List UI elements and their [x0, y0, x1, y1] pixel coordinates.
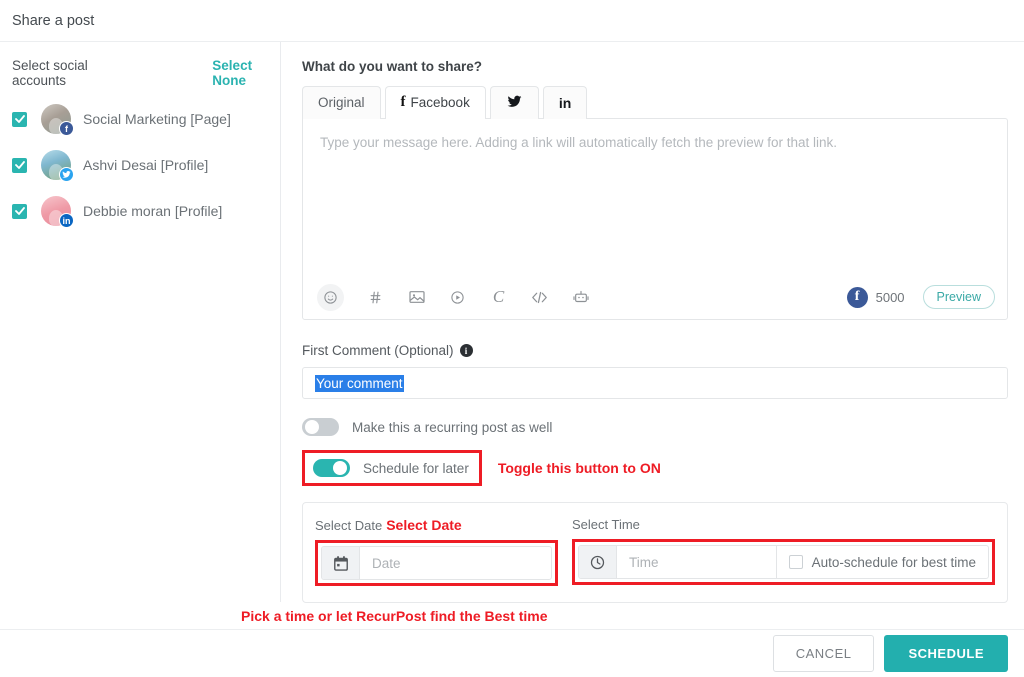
schedule-toggle-annotation: Toggle this button to ON [497, 460, 661, 476]
datetime-panel: Select Date Select Date Date Select Time [302, 502, 1008, 603]
account-row-ashvi-desai[interactable]: Ashvi Desai [Profile] [12, 150, 268, 182]
twitter-badge-icon [59, 167, 74, 182]
recurring-toggle-label: Make this a recurring post as well [352, 419, 553, 435]
account-checkbox[interactable] [12, 203, 27, 219]
tab-linkedin[interactable]: in [542, 86, 588, 119]
account-name: Ashvi Desai [Profile] [83, 157, 209, 173]
first-comment-label-row: First Comment (Optional) i [302, 343, 1008, 358]
check-icon [14, 115, 25, 123]
account-name: Debbie moran [Profile] [83, 203, 223, 219]
editor-toolbar: C f 5000 Preview [303, 275, 1007, 319]
clock-icon [579, 546, 617, 578]
image-icon[interactable] [407, 288, 426, 307]
schedule-for-later-label: Schedule for later [363, 460, 469, 476]
composer-panel: What do you want to share? Original f Fa… [281, 42, 1024, 603]
first-comment-value: Your comment [315, 374, 404, 392]
account-checkbox[interactable] [12, 157, 27, 173]
date-column: Select Date Select Date Date [315, 517, 558, 586]
date-label-row: Select Date Select Date [315, 517, 558, 533]
composer-question: What do you want to share? [302, 59, 483, 74]
linkedin-badge-icon: in [59, 213, 74, 228]
post-placeholder: Type your message here. Adding a link wi… [320, 135, 838, 150]
recurring-toggle-row: Make this a recurring post as well [302, 418, 1008, 436]
account-row-debbie-moran[interactable]: in Debbie moran [Profile] [12, 196, 268, 228]
recurring-toggle[interactable] [302, 418, 339, 436]
schedule-for-later-toggle[interactable] [313, 459, 350, 477]
check-icon [14, 161, 25, 169]
accounts-title: Select social accounts [12, 58, 88, 88]
date-input[interactable]: Date [360, 547, 551, 579]
post-editor[interactable]: Type your message here. Adding a link wi… [302, 118, 1008, 320]
modal-footer: CANCEL SCHEDULE [0, 629, 1024, 677]
avatar: in [41, 196, 74, 228]
facebook-round-icon: f [846, 286, 868, 308]
hashtag-icon[interactable] [366, 288, 385, 307]
tab-facebook[interactable]: f Facebook [384, 86, 486, 120]
modal-header: Share a post [0, 0, 1024, 42]
time-label-row: Select Time [572, 517, 995, 532]
modal-body: Select social accounts Select None f Soc… [0, 42, 1024, 603]
auto-schedule-checkbox[interactable] [788, 555, 803, 569]
account-name: Social Marketing [Page] [83, 111, 231, 127]
schedule-toggle-highlight: Schedule for later [302, 450, 482, 486]
robot-icon[interactable] [571, 288, 590, 307]
time-field[interactable]: Time Auto-schedule for best time [578, 545, 989, 579]
emoji-icon[interactable] [317, 283, 344, 311]
video-icon[interactable] [448, 288, 467, 307]
auto-schedule-label: Auto-schedule for best time [811, 554, 976, 570]
code-icon[interactable] [530, 288, 549, 307]
tab-facebook-label: Facebook [410, 95, 470, 110]
date-field[interactable]: Date [321, 546, 552, 580]
post-textarea[interactable]: Type your message here. Adding a link wi… [303, 119, 1007, 275]
check-icon [14, 207, 25, 215]
page-title: Share a post [12, 12, 95, 29]
time-annotation: Pick a time or let RecurPost find the Be… [241, 608, 548, 624]
time-column: Select Time Time Auto-schedule for best … [572, 517, 995, 586]
account-checkbox[interactable] [12, 111, 27, 127]
date-field-highlight: Date [315, 540, 558, 586]
preview-button[interactable]: Preview [922, 285, 995, 309]
avatar: f [41, 104, 74, 136]
linkedin-in-icon: in [558, 94, 572, 111]
auto-schedule-row[interactable]: Auto-schedule for best time [777, 546, 988, 578]
time-field-highlight: Time Auto-schedule for best time [572, 539, 995, 585]
info-icon[interactable]: i [459, 344, 473, 357]
schedule-toggle-row: Schedule for later Toggle this button to… [302, 450, 1008, 486]
select-date-annotation: Select Date [386, 517, 462, 533]
select-date-label: Select Date [315, 518, 383, 533]
canva-icon[interactable]: C [489, 287, 508, 307]
select-none-link[interactable]: Select None [212, 58, 268, 88]
avatar [41, 150, 74, 182]
account-row-social-marketing[interactable]: f Social Marketing [Page] [12, 104, 268, 136]
cancel-button[interactable]: CANCEL [772, 635, 875, 672]
calendar-icon [322, 547, 360, 579]
select-time-label: Select Time [572, 517, 640, 532]
first-comment-input[interactable]: Your comment [302, 367, 1008, 399]
char-count: 5000 [875, 289, 905, 305]
facebook-badge-icon: f [59, 121, 74, 136]
accounts-header: Select social accounts Select None [12, 58, 268, 88]
schedule-button[interactable]: SCHEDULE [884, 635, 1008, 672]
time-input[interactable]: Time [617, 546, 776, 578]
twitter-bird-icon [506, 94, 523, 112]
character-counter: f 5000 Preview [846, 285, 995, 309]
tab-original-label: Original [318, 95, 365, 110]
tab-twitter[interactable] [489, 86, 539, 119]
first-comment-label: First Comment (Optional) [302, 343, 454, 358]
facebook-f-icon: f [400, 94, 406, 110]
tab-original[interactable]: Original [302, 86, 381, 119]
social-accounts-panel: Select social accounts Select None f Soc… [0, 42, 281, 602]
editor-tool-group: C [317, 283, 590, 311]
network-tabs: Original f Facebook in [302, 86, 1008, 120]
